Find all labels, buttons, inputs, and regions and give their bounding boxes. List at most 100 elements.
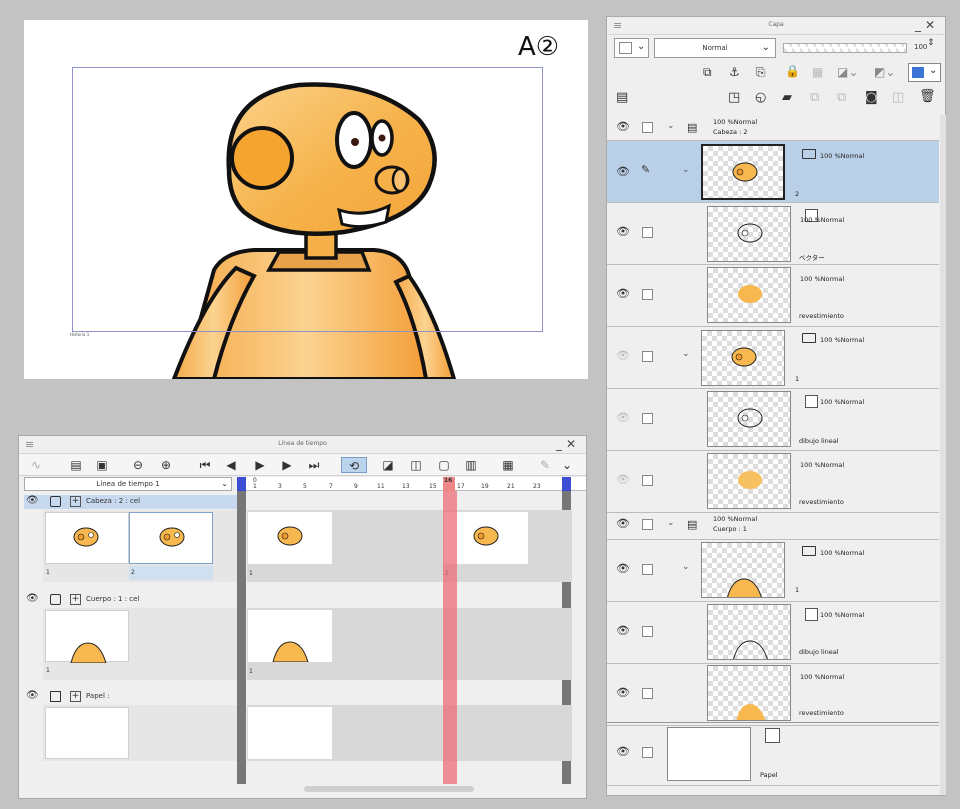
eye-icon[interactable]: 👁 (26, 495, 39, 506)
previous-frame-icon[interactable]: ◀ (222, 457, 240, 473)
timeline-selector[interactable]: Línea de tiempo 1 ⌄ (24, 477, 232, 491)
new-cel-icon[interactable]: ◪ (379, 457, 397, 473)
play-icon[interactable]: ▶ (251, 457, 269, 473)
eye-icon[interactable]: 👁 (616, 411, 630, 424)
layer-row-revestimiento-1[interactable]: 👁 100 %Normal revestimiento (607, 265, 939, 327)
drawing-canvas[interactable]: Historia 1 A② (24, 20, 588, 379)
end-marker[interactable] (562, 477, 571, 491)
combine-icon[interactable]: ⧉ (837, 90, 846, 105)
layer-row-revestimiento-2[interactable]: 👁 100 %Normal revestimiento (607, 451, 939, 513)
layer-checkbox[interactable] (642, 227, 653, 238)
chevron-down-icon[interactable]: ⌄ (667, 518, 675, 528)
next-frame-icon[interactable]: ▶ (278, 457, 296, 473)
timeline-settings-icon[interactable]: ▦ (499, 457, 517, 473)
layer-checkbox[interactable] (642, 564, 653, 575)
onion-skin-icon[interactable]: ▢ (435, 457, 453, 473)
clip-icon[interactable]: ⎘ (756, 65, 766, 80)
lock-transparency-icon[interactable]: ▦ (812, 65, 823, 79)
chevron-down-icon[interactable]: ⌄ (667, 121, 675, 131)
zoom-out-icon[interactable]: ⊖ (129, 457, 147, 473)
track-frames-papel[interactable] (247, 705, 572, 761)
layer-checkbox[interactable] (642, 475, 653, 486)
opacity-value[interactable]: 100 (914, 43, 927, 51)
layer-checkbox[interactable] (642, 626, 653, 637)
last-frame-icon[interactable]: ⏭ (305, 457, 323, 473)
horizontal-scrollbar[interactable] (304, 786, 474, 792)
new-animation-cel-icon[interactable]: ▣ (93, 457, 111, 473)
layer-checkbox[interactable] (642, 747, 653, 758)
specify-cel-icon[interactable]: ◫ (407, 457, 425, 473)
cel-thumbnail[interactable] (129, 512, 213, 564)
layer-checkbox[interactable] (642, 413, 653, 424)
expand-icon[interactable]: + (70, 691, 81, 702)
opacity-stepper-icon[interactable]: ⇕ (927, 38, 935, 48)
layer-list-icon[interactable]: ▤ (616, 90, 628, 105)
blend-mode-select[interactable]: Normal ⌄ (654, 38, 776, 58)
layer-row-cabeza-folder[interactable]: 👁 ⌄ ▤ 100 %Normal Cabeza : 2 (607, 114, 939, 141)
new-vector-layer-icon[interactable]: ◵ (755, 90, 766, 105)
frame-icon[interactable]: ▤ (67, 457, 85, 473)
eye-icon[interactable]: 👁 (616, 473, 630, 486)
layer-color-button[interactable]: ⌄ (908, 63, 941, 82)
eye-icon[interactable]: 👁 (616, 562, 630, 575)
layer-row-revestimiento-3[interactable]: 👁 100 %Normal revestimiento (607, 664, 939, 726)
layer-row-papel[interactable]: 👁 Papel (607, 722, 939, 786)
light-table-icon[interactable]: ▥ (462, 457, 480, 473)
layer-row-dibujo-lineal-1[interactable]: 👁 100 %Normal dibujo lineal (607, 389, 939, 451)
expand-icon[interactable]: + (70, 594, 81, 605)
frame-ruler[interactable]: 0 1 3 5 7 9 11 13 15 16 17 19 21 23 (237, 477, 586, 491)
track-frames-cabeza[interactable]: 1 2 (247, 510, 572, 582)
zoom-in-icon[interactable]: ⊕ (157, 457, 175, 473)
paper-thumbnail[interactable] (45, 707, 129, 759)
cel-thumbnail[interactable] (45, 610, 129, 664)
eye-icon[interactable]: 👁 (616, 349, 630, 362)
layer-row-cel-1[interactable]: 👁 ⌄ 100 %Normal 1 (607, 327, 939, 389)
mask-create-icon[interactable]: ◙ (865, 90, 878, 105)
track-header-cuerpo[interactable]: 👁 + Cuerpo : 1 : cel (24, 593, 243, 607)
expression-color-select[interactable]: ⌄ (614, 38, 649, 58)
edit-icon[interactable]: ✎ (536, 457, 554, 473)
reference-layer-icon[interactable]: ⧉ (703, 65, 712, 80)
chevron-down-icon[interactable]: ⌄ (682, 165, 690, 175)
first-frame-icon[interactable]: ⏮ (196, 457, 214, 473)
track-frames-cuerpo[interactable]: 1 (247, 608, 572, 680)
expand-icon[interactable]: + (70, 496, 81, 507)
chevron-down-icon[interactable]: ⌄ (682, 562, 690, 572)
chevron-down-icon[interactable]: ⌄ (682, 349, 690, 359)
transfer-icon[interactable]: ⧉ (810, 90, 819, 105)
window-controls[interactable]: _✕ (915, 18, 939, 32)
layer-checkbox[interactable] (642, 519, 653, 530)
layer-row-cel-2[interactable]: 👁 ✎ ⌄ 100 %Normal 2 (607, 141, 939, 203)
start-marker[interactable] (237, 477, 246, 491)
chevron-down-icon[interactable]: ⌄ (558, 457, 576, 473)
eye-icon[interactable]: 👁 (616, 120, 630, 133)
ruler-icon[interactable]: ⚓ (729, 65, 740, 79)
playhead-column[interactable] (443, 491, 457, 784)
layer-row-cuerpo-folder[interactable]: 👁 ⌄ ▤ 100 %Normal Cuerpo : 1 (607, 513, 939, 540)
loop-icon[interactable]: ⟲ (341, 457, 367, 473)
eye-icon[interactable]: 👁 (616, 287, 630, 300)
layer-scrollbar[interactable] (940, 115, 946, 795)
track-header-cabeza[interactable]: 👁 + Cabeza : 2 : cel (24, 495, 237, 509)
window-controls[interactable]: _✕ (556, 437, 580, 451)
track-header-papel[interactable]: 👁 + Papel : (24, 690, 243, 704)
layer-checkbox[interactable] (642, 351, 653, 362)
opacity-slider[interactable] (783, 43, 907, 53)
eye-icon[interactable]: 👁 (616, 745, 630, 758)
eye-icon[interactable]: 👁 (26, 690, 39, 701)
cel-thumbnail[interactable] (45, 512, 129, 564)
layer-checkbox[interactable] (642, 289, 653, 300)
eye-icon[interactable]: 👁 (616, 165, 630, 178)
mask-icon[interactable]: ◪⌄ (837, 65, 858, 79)
layer-checkbox[interactable] (642, 122, 653, 133)
eye-icon[interactable]: 👁 (26, 593, 39, 604)
layer-checkbox[interactable] (642, 688, 653, 699)
eye-icon[interactable]: 👁 (616, 624, 630, 637)
eye-icon[interactable]: 👁 (616, 686, 630, 699)
mask-delete-icon[interactable]: ◩⌄ (874, 65, 895, 79)
eye-icon[interactable]: 👁 (616, 517, 630, 530)
new-raster-layer-icon[interactable]: ◳ (728, 90, 740, 105)
eye-icon[interactable]: 👁 (616, 225, 630, 238)
layer-row-cuerpo-cel-1[interactable]: 👁 ⌄ 100 %Normal 1 (607, 540, 939, 602)
apply-mask-icon[interactable]: ◫ (892, 90, 904, 105)
